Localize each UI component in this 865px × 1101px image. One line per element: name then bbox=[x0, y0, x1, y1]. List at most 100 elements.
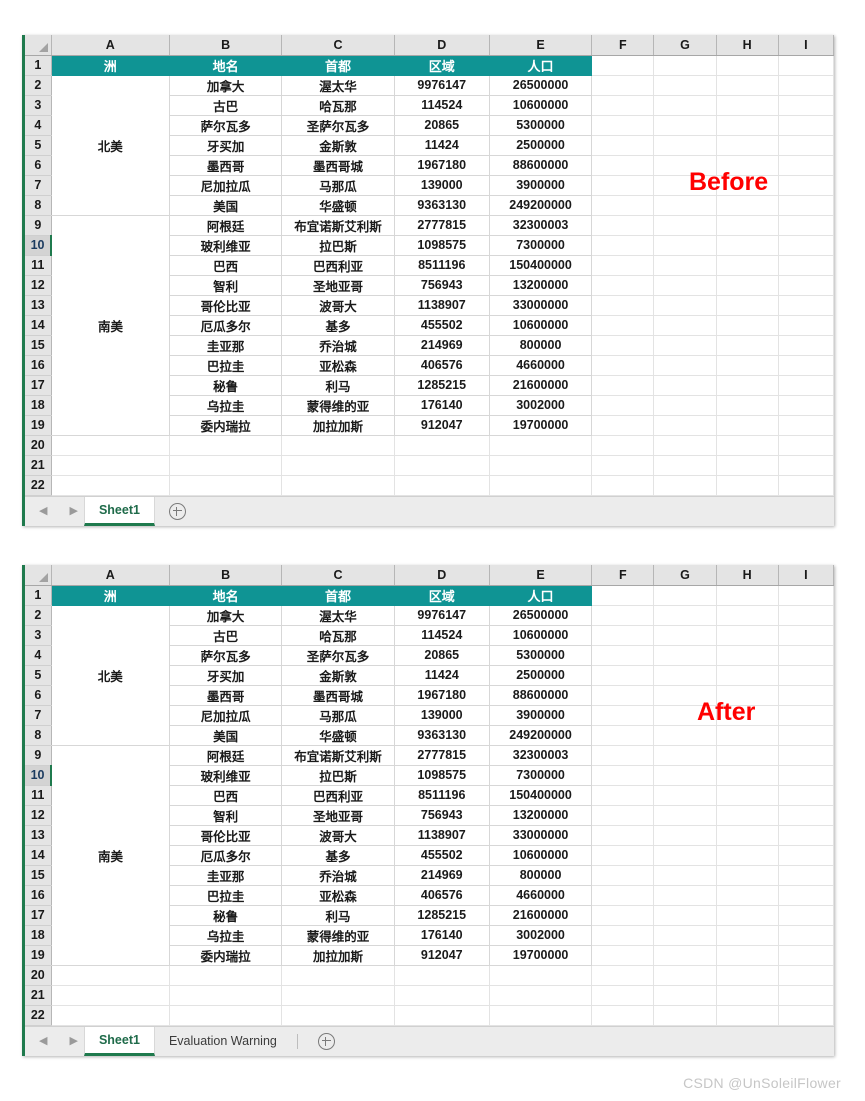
area-cell[interactable]: 9976147 bbox=[394, 605, 490, 626]
column-header-e[interactable]: E bbox=[489, 565, 593, 586]
empty-cell[interactable] bbox=[591, 945, 655, 966]
header-cell[interactable]: 洲 bbox=[51, 585, 170, 606]
capital-cell[interactable]: 基多 bbox=[281, 845, 395, 866]
empty-cell[interactable] bbox=[591, 925, 655, 946]
empty-cell[interactable] bbox=[653, 805, 717, 826]
row-number[interactable]: 1 bbox=[25, 55, 52, 76]
empty-cell[interactable] bbox=[591, 825, 655, 846]
population-cell[interactable]: 2500000 bbox=[489, 665, 593, 686]
place-cell[interactable]: 哥伦比亚 bbox=[169, 295, 283, 316]
place-cell[interactable]: 墨西哥 bbox=[169, 155, 283, 176]
empty-cell[interactable] bbox=[778, 395, 834, 416]
area-cell[interactable]: 176140 bbox=[394, 925, 490, 946]
empty-cell[interactable] bbox=[591, 415, 655, 436]
empty-cell[interactable] bbox=[716, 255, 779, 276]
empty-cell[interactable] bbox=[653, 155, 717, 176]
row-number[interactable]: 12 bbox=[25, 275, 52, 296]
empty-cell[interactable] bbox=[489, 455, 593, 476]
capital-cell[interactable]: 波哥大 bbox=[281, 825, 395, 846]
row-number[interactable]: 21 bbox=[25, 985, 52, 1006]
row-number[interactable]: 5 bbox=[25, 135, 52, 156]
empty-cell[interactable] bbox=[591, 155, 655, 176]
place-cell[interactable]: 牙买加 bbox=[169, 665, 283, 686]
population-cell[interactable]: 150400000 bbox=[489, 785, 593, 806]
empty-cell[interactable] bbox=[591, 55, 655, 76]
place-cell[interactable]: 巴西 bbox=[169, 785, 283, 806]
place-cell[interactable]: 美国 bbox=[169, 195, 283, 216]
empty-cell[interactable] bbox=[778, 275, 834, 296]
capital-cell[interactable]: 圣地亚哥 bbox=[281, 275, 395, 296]
area-cell[interactable]: 9363130 bbox=[394, 725, 490, 746]
empty-cell[interactable] bbox=[591, 435, 655, 456]
area-cell[interactable]: 1285215 bbox=[394, 375, 490, 396]
row-number[interactable]: 15 bbox=[25, 335, 52, 356]
population-cell[interactable]: 33000000 bbox=[489, 295, 593, 316]
empty-cell[interactable] bbox=[591, 475, 655, 496]
row-number[interactable]: 11 bbox=[25, 785, 52, 806]
population-cell[interactable]: 3002000 bbox=[489, 395, 593, 416]
sheet-nav-arrows-before[interactable]: ◀ ▶ bbox=[25, 497, 84, 526]
empty-cell[interactable] bbox=[778, 375, 834, 396]
empty-cell[interactable] bbox=[716, 375, 779, 396]
row-number[interactable]: 15 bbox=[25, 865, 52, 886]
place-cell[interactable]: 玻利维亚 bbox=[169, 765, 283, 786]
capital-cell[interactable]: 利马 bbox=[281, 905, 395, 926]
empty-cell[interactable] bbox=[778, 745, 834, 766]
empty-cell[interactable] bbox=[716, 805, 779, 826]
next-sheet-arrow-icon[interactable]: ▶ bbox=[69, 505, 77, 517]
empty-cell[interactable] bbox=[716, 75, 779, 96]
capital-cell[interactable]: 墨西哥城 bbox=[281, 685, 395, 706]
empty-cell[interactable] bbox=[591, 985, 655, 1006]
empty-cell[interactable] bbox=[281, 475, 395, 496]
empty-cell[interactable] bbox=[716, 435, 779, 456]
area-cell[interactable]: 1098575 bbox=[394, 765, 490, 786]
area-cell[interactable]: 455502 bbox=[394, 845, 490, 866]
column-header-d[interactable]: D bbox=[394, 565, 490, 586]
row-number[interactable]: 2 bbox=[25, 75, 52, 96]
sheet-nav-arrows-after[interactable]: ◀ ▶ bbox=[25, 1027, 84, 1056]
place-cell[interactable]: 萨尔瓦多 bbox=[169, 115, 283, 136]
row-number[interactable]: 1 bbox=[25, 585, 52, 606]
capital-cell[interactable]: 亚松森 bbox=[281, 355, 395, 376]
empty-cell[interactable] bbox=[591, 175, 655, 196]
population-cell[interactable]: 7300000 bbox=[489, 235, 593, 256]
capital-cell[interactable]: 金斯敦 bbox=[281, 665, 395, 686]
empty-cell[interactable] bbox=[716, 315, 779, 336]
area-cell[interactable]: 912047 bbox=[394, 415, 490, 436]
population-cell[interactable]: 4660000 bbox=[489, 885, 593, 906]
capital-cell[interactable]: 圣萨尔瓦多 bbox=[281, 645, 395, 666]
place-cell[interactable]: 哥伦比亚 bbox=[169, 825, 283, 846]
empty-cell[interactable] bbox=[591, 275, 655, 296]
empty-cell[interactable] bbox=[653, 415, 717, 436]
row-number[interactable]: 17 bbox=[25, 905, 52, 926]
empty-cell[interactable] bbox=[778, 75, 834, 96]
empty-cell[interactable] bbox=[716, 355, 779, 376]
empty-cell[interactable] bbox=[591, 1005, 655, 1026]
capital-cell[interactable]: 华盛顿 bbox=[281, 725, 395, 746]
empty-cell[interactable] bbox=[778, 95, 834, 116]
place-cell[interactable]: 萨尔瓦多 bbox=[169, 645, 283, 666]
column-header-b[interactable]: B bbox=[169, 565, 283, 586]
empty-cell[interactable] bbox=[716, 585, 779, 606]
area-cell[interactable]: 455502 bbox=[394, 315, 490, 336]
empty-cell[interactable] bbox=[716, 985, 779, 1006]
capital-cell[interactable]: 马那瓜 bbox=[281, 705, 395, 726]
empty-cell[interactable] bbox=[591, 95, 655, 116]
empty-cell[interactable] bbox=[281, 1005, 395, 1026]
population-cell[interactable]: 19700000 bbox=[489, 415, 593, 436]
empty-cell[interactable] bbox=[778, 785, 834, 806]
area-cell[interactable]: 406576 bbox=[394, 885, 490, 906]
place-cell[interactable]: 尼加拉瓜 bbox=[169, 705, 283, 726]
place-cell[interactable]: 牙买加 bbox=[169, 135, 283, 156]
empty-cell[interactable] bbox=[778, 415, 834, 436]
empty-cell[interactable] bbox=[716, 925, 779, 946]
capital-cell[interactable]: 渥太华 bbox=[281, 605, 395, 626]
area-cell[interactable]: 1138907 bbox=[394, 295, 490, 316]
empty-cell[interactable] bbox=[653, 945, 717, 966]
empty-cell[interactable] bbox=[591, 375, 655, 396]
empty-cell[interactable] bbox=[591, 625, 655, 646]
empty-cell[interactable] bbox=[653, 115, 717, 136]
empty-cell[interactable] bbox=[394, 435, 490, 456]
empty-cell[interactable] bbox=[778, 355, 834, 376]
next-sheet-arrow-icon[interactable]: ▶ bbox=[69, 1035, 77, 1047]
